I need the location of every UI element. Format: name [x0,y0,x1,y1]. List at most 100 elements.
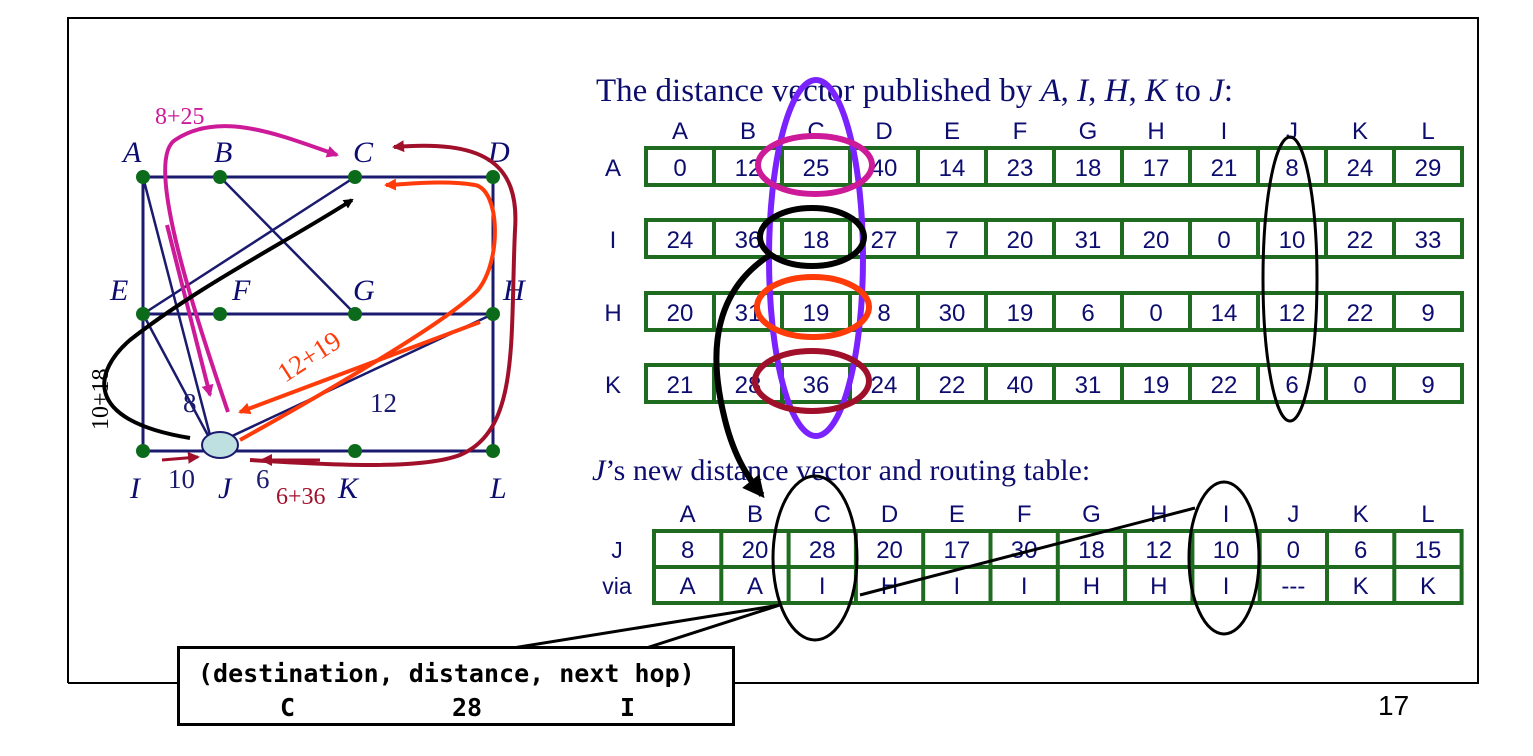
new-col-header-J: J [1287,501,1299,528]
published-cell: 30 [939,300,966,327]
new-row-label-via: via [602,573,632,599]
new-cell: 8 [681,537,694,564]
published-cell: 23 [1007,155,1034,182]
published-cell: 6 [1285,372,1298,399]
published-cell: 40 [1007,372,1034,399]
published-col-header-F: F [1013,118,1028,145]
node-label-D: D [487,136,510,169]
new-col-header-D: D [881,501,898,528]
node-K [348,444,362,458]
published-cell: 17 [1143,155,1170,182]
new-col-header-G: G [1082,501,1101,528]
callout-next-hop: I [620,693,636,722]
new-col-header-A: A [680,501,696,528]
slide-canvas: A B C D E F G H I J K L 10 6 8 12 8+25 1… [67,17,1479,684]
node-label-E: E [109,274,128,307]
published-cell: 27 [871,227,898,254]
published-cell: 21 [667,372,694,399]
published-cell: 14 [1211,300,1238,327]
published-row-label-A: A [605,155,621,182]
new-cell: H [1083,573,1100,600]
node-C [348,170,362,184]
node-label-J: J [218,472,233,505]
published-row-label-I: I [610,227,617,254]
new-vector-table: A B C D E F G H I J K LJ 8 20 28 20 17 30 18 12 10 0 6 15via A A I… [602,501,1464,605]
published-cell: 20 [1143,227,1170,254]
published-cell: 24 [871,372,898,399]
node-D [486,170,500,184]
published-cell: 21 [1211,155,1238,182]
published-cell: 22 [1347,227,1374,254]
new-cell: 0 [1287,537,1300,564]
published-cell: 9 [1421,372,1434,399]
published-cell: 29 [1415,155,1442,182]
path-label-via-I: 10+18 [88,368,114,430]
new-col-header-E: E [949,501,965,528]
node-E [136,307,150,321]
new-cell: K [1353,573,1369,600]
published-row-label-H: H [604,300,621,327]
published-cell: 8 [1285,155,1298,182]
published-cell: 14 [939,155,966,182]
published-col-header-B: B [740,118,756,145]
new-vector-title: J’s new distance vector and routing tabl… [592,454,1090,487]
published-col-header-G: G [1079,118,1098,145]
published-cell: 0 [1149,300,1162,327]
edge-weight-J-H: 12 [370,388,397,418]
new-cell: H [1150,573,1167,600]
published-cell: 0 [1217,227,1230,254]
new-col-header-B: B [747,501,763,528]
node-F [213,307,227,321]
published-col-header-I: I [1221,118,1228,145]
published-cell: 0 [673,155,686,182]
new-row-label-J: J [611,537,623,563]
published-table: A B C D E F G H I J K LA 0 12 25 40 14 23 18 17 21 8 24 29I 24 36… [604,118,1464,404]
callout-destination: C [280,693,296,722]
published-cell: 36 [803,372,830,399]
new-cell: I [1223,573,1230,600]
new-cell: 12 [1145,537,1172,564]
new-cell: --- [1281,573,1305,600]
published-cell: 20 [667,300,694,327]
new-cell: 18 [1078,537,1105,564]
node-H [486,307,500,321]
path-arrow-I-to-J [161,451,200,464]
node-label-G: G [353,274,375,307]
published-cell: 0 [1353,372,1366,399]
new-cell: A [747,573,763,600]
published-cell: 19 [803,300,830,327]
edge-weight-J-K: 6 [256,464,270,494]
published-cell: 9 [1421,300,1434,327]
node-B [213,170,227,184]
node-label-F: F [231,274,251,307]
new-cell: I [954,573,961,600]
new-col-header-F: F [1017,501,1032,528]
new-col-header-K: K [1353,501,1369,528]
published-cell: 19 [1007,300,1034,327]
node-label-C: C [353,136,374,169]
new-cell: 10 [1213,537,1240,564]
published-cell: 31 [1075,372,1102,399]
published-row-label-K: K [605,372,621,399]
node-I [136,444,150,458]
callout-pointer [499,603,781,652]
node-label-I: I [129,472,142,505]
published-col-header-K: K [1352,118,1368,145]
published-cell: 25 [803,155,830,182]
path-label-via-K: 6+36 [276,484,326,510]
new-cell: 28 [809,537,836,564]
new-cell: 17 [943,537,970,564]
new-col-header-L: L [1421,501,1434,528]
published-cell: 19 [1143,372,1170,399]
new-col-header-C: C [814,501,831,528]
published-cell: 22 [1211,372,1238,399]
node-label-A: A [121,136,142,169]
published-cell: 10 [1279,227,1306,254]
published-col-header-A: A [672,118,688,145]
node-label-B: B [214,136,232,169]
published-cell: 6 [1081,300,1094,327]
published-cell: 12 [1279,300,1306,327]
new-cell: I [819,573,826,600]
published-cell: 24 [1347,155,1374,182]
published-cell: 8 [877,300,890,327]
